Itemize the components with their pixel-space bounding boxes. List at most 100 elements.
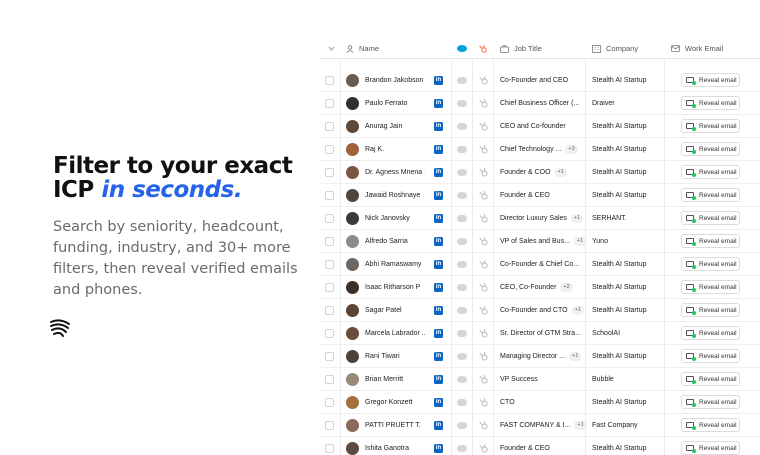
row-checkbox[interactable] — [325, 260, 334, 269]
table-row[interactable]: Jawaid Roshnaye in Founder & CEO Stealth AI… — [320, 184, 760, 207]
linkedin-icon[interactable]: in — [434, 260, 443, 269]
row-checkbox[interactable] — [325, 306, 334, 315]
reveal-email-button[interactable]: Reveal email — [681, 418, 740, 432]
contact-name[interactable]: Paulo Ferrato — [365, 92, 425, 115]
job-count-badge[interactable]: +1 — [568, 352, 582, 361]
column-header-job-title[interactable]: Job Title — [500, 38, 542, 59]
contact-name[interactable]: Sagar Patel — [365, 299, 425, 322]
row-checkbox[interactable] — [325, 214, 334, 223]
linkedin-icon[interactable]: in — [434, 352, 443, 361]
contact-name[interactable]: Brandon Jakobson — [365, 69, 425, 92]
linkedin-icon[interactable]: in — [434, 191, 443, 200]
linkedin-icon[interactable]: in — [434, 76, 443, 85]
contact-name[interactable]: Alfredo Sarria — [365, 230, 425, 253]
contact-name[interactable]: Dr. Agness Mnena ... — [365, 161, 425, 184]
reveal-email-button[interactable]: Reveal email — [681, 395, 740, 409]
column-header-company[interactable]: Company — [592, 38, 638, 59]
row-checkbox[interactable] — [325, 283, 334, 292]
linkedin-icon[interactable]: in — [434, 122, 443, 131]
contact-name[interactable]: Isaac Ritharson P — [365, 276, 425, 299]
contact-name[interactable]: Anurag Jain — [365, 115, 425, 138]
row-checkbox[interactable] — [325, 421, 334, 430]
linkedin-icon[interactable]: in — [434, 329, 443, 338]
row-checkbox[interactable] — [325, 191, 334, 200]
row-checkbox[interactable] — [325, 237, 334, 246]
contact-name[interactable]: Nick Janovsky — [365, 207, 425, 230]
job-count-badge[interactable]: +1 — [570, 214, 584, 223]
reveal-email-button[interactable]: Reveal email — [681, 349, 740, 363]
contact-name[interactable]: Brian Merritt — [365, 368, 425, 391]
row-checkbox[interactable] — [325, 145, 334, 154]
column-header-work-email[interactable]: Work Email — [671, 38, 723, 59]
contact-name[interactable]: Rani Tiwari — [365, 345, 425, 368]
linkedin-icon[interactable]: in — [434, 421, 443, 430]
contact-name[interactable]: Marcela Labrador ... — [365, 322, 425, 345]
reveal-email-button[interactable]: Reveal email — [681, 165, 740, 179]
linkedin-icon[interactable]: in — [434, 306, 443, 315]
row-checkbox[interactable] — [325, 168, 334, 177]
linkedin-icon[interactable]: in — [434, 444, 443, 453]
reveal-email-button[interactable]: Reveal email — [681, 326, 740, 340]
row-checkbox[interactable] — [325, 375, 334, 384]
table-row[interactable]: Gregor Konzett in CTO Stealth AI Startup Rev… — [320, 391, 760, 414]
reveal-email-button[interactable]: Reveal email — [681, 303, 740, 317]
table-row[interactable]: Brandon Jakobson in Co-Founder and CEO Stea… — [320, 69, 760, 92]
table-row[interactable]: Dr. Agness Mnena ... in Founder & COO +1 Ste… — [320, 161, 760, 184]
contact-name[interactable]: PATTI PRUETT T. — [365, 414, 425, 437]
contact-name[interactable]: Ishita Ganotra — [365, 437, 425, 455]
contact-name[interactable]: Gregor Konzett — [365, 391, 425, 414]
linkedin-icon[interactable]: in — [434, 145, 443, 154]
linkedin-icon[interactable]: in — [434, 283, 443, 292]
contact-name[interactable]: Jawaid Roshnaye — [365, 184, 425, 207]
linkedin-icon[interactable]: in — [434, 99, 443, 108]
table-row[interactable]: Anurag Jain in CEO and Co-founder Stealth A… — [320, 115, 760, 138]
reveal-email-button[interactable]: Reveal email — [681, 234, 740, 248]
table-row[interactable]: Abhi Ramaswamy in Co-Founder & Chief Co...… — [320, 253, 760, 276]
linkedin-icon[interactable]: in — [434, 214, 443, 223]
linkedin-icon[interactable]: in — [434, 168, 443, 177]
job-count-badge[interactable]: +1 — [571, 306, 584, 315]
linkedin-icon[interactable]: in — [434, 375, 443, 384]
reveal-email-button[interactable]: Reveal email — [681, 280, 740, 294]
table-row[interactable]: Raj K. in Chief Technology ... +3 Stealth AI… — [320, 138, 760, 161]
reveal-email-button[interactable]: Reveal email — [681, 119, 740, 133]
table-row[interactable]: Paulo Ferrato in Chief Business Officer (.… — [320, 92, 760, 115]
row-checkbox[interactable] — [325, 352, 334, 361]
row-checkbox[interactable] — [325, 99, 334, 108]
table-row[interactable]: Nick Janovsky in Director Luxury Sales +1 SE… — [320, 207, 760, 230]
reveal-email-button[interactable]: Reveal email — [681, 372, 740, 386]
row-checkbox[interactable] — [325, 444, 334, 453]
table-row[interactable]: Isaac Ritharson Pin CEO, Co-Founder +2 Stea… — [320, 276, 760, 299]
column-header-name[interactable]: Name — [346, 38, 379, 59]
column-divider — [451, 38, 452, 455]
table-row[interactable]: Sagar Patel in Co-Founder and CTO +1 Stealth… — [320, 299, 760, 322]
reveal-email-button[interactable]: Reveal email — [681, 96, 740, 110]
job-count-badge[interactable]: +3 — [565, 145, 578, 154]
linkedin-icon[interactable]: in — [434, 237, 443, 246]
job-count-badge[interactable]: +1 — [554, 168, 567, 177]
reveal-email-button[interactable]: Reveal email — [681, 73, 740, 87]
job-count-badge[interactable]: +2 — [560, 283, 573, 292]
linkedin-icon[interactable]: in — [434, 398, 443, 407]
row-checkbox[interactable] — [325, 398, 334, 407]
column-divider — [493, 38, 494, 455]
table-row[interactable]: Rani Tiwari in Managing Director ... +1 Stea… — [320, 345, 760, 368]
column-header-salesforce[interactable] — [457, 38, 472, 59]
table-row[interactable]: Alfredo Sarria in VP of Sales and Bus... +1… — [320, 230, 760, 253]
reveal-email-button[interactable]: Reveal email — [681, 142, 740, 156]
contact-name[interactable]: Raj K. — [365, 138, 425, 161]
reveal-email-button[interactable]: Reveal email — [681, 211, 740, 225]
contact-name[interactable]: Abhi Ramaswamy — [365, 253, 425, 276]
reveal-email-button[interactable]: Reveal email — [681, 441, 740, 455]
row-checkbox[interactable] — [325, 76, 334, 85]
row-checkbox[interactable] — [325, 329, 334, 338]
reveal-email-button[interactable]: Reveal email — [681, 188, 740, 202]
reveal-email-button[interactable]: Reveal email — [681, 257, 740, 271]
table-row[interactable]: PATTI PRUETT T. in FAST COMPANY & I... +1 Fa… — [320, 414, 760, 437]
select-all-toggle[interactable] — [328, 38, 340, 59]
row-checkbox[interactable] — [325, 122, 334, 131]
table-row[interactable]: Ishita Ganotra in Founder & CEO Stealth AI … — [320, 437, 760, 455]
table-row[interactable]: Marcela Labrador ... in Sr. Director of GT… — [320, 322, 760, 345]
column-header-hubspot[interactable] — [478, 38, 493, 59]
table-row[interactable]: Brian Merritt in VP Success Bubble Reveal em… — [320, 368, 760, 391]
